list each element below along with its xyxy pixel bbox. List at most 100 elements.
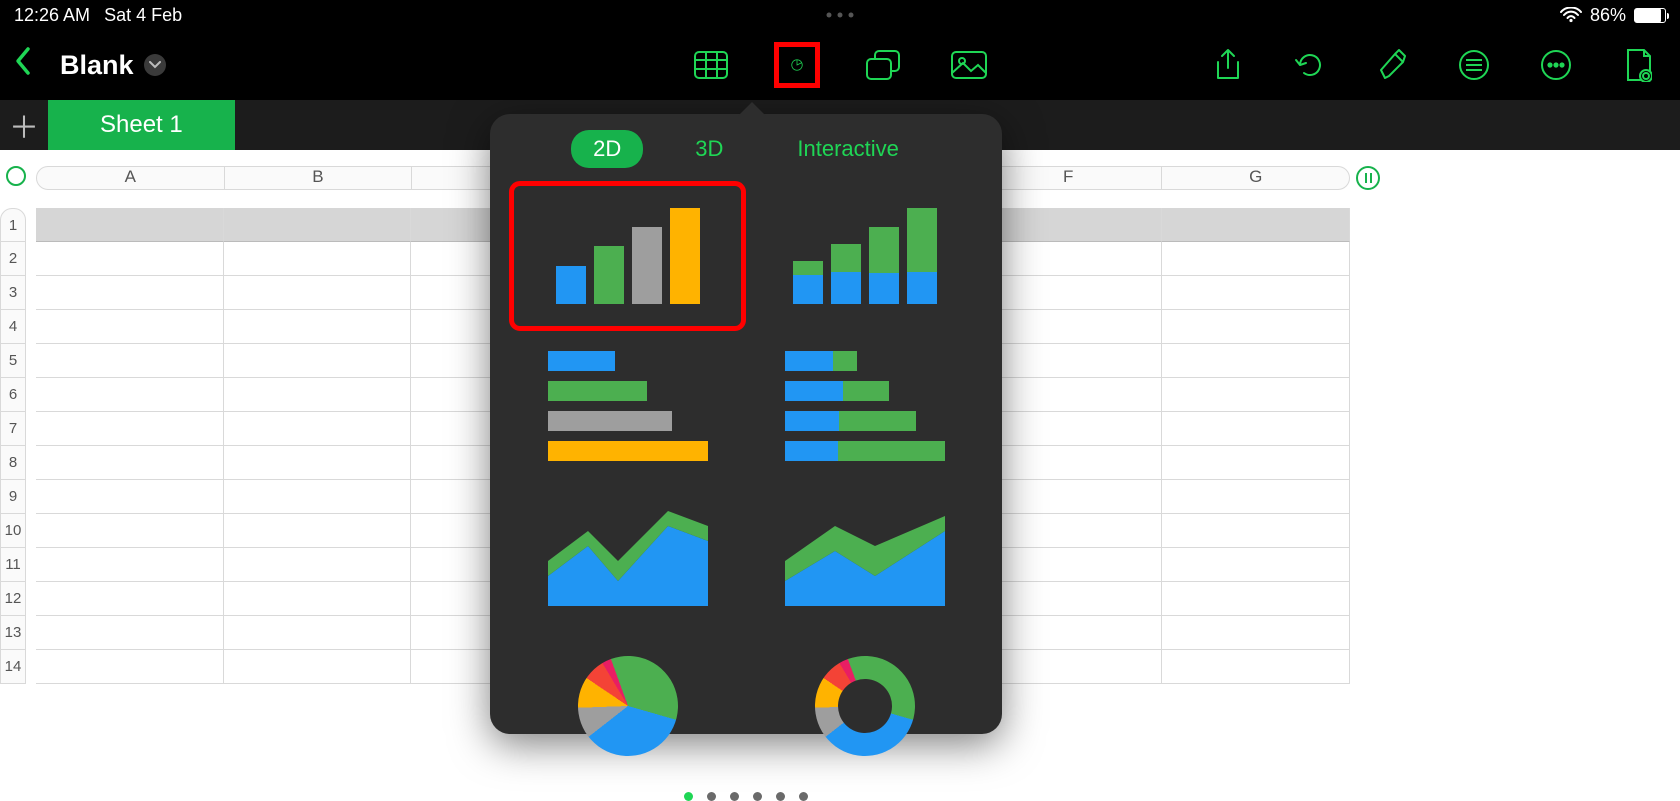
chevron-down-icon[interactable] (144, 54, 166, 76)
row-header[interactable]: 9 (0, 480, 26, 514)
organize-icon[interactable] (1456, 47, 1492, 83)
cell[interactable] (975, 242, 1163, 276)
undo-icon[interactable] (1292, 47, 1328, 83)
cell[interactable] (224, 378, 412, 412)
row-header[interactable]: 2 (0, 242, 26, 276)
cell[interactable] (224, 514, 412, 548)
cell[interactable] (975, 446, 1163, 480)
chart-option-2d-stacked-column[interactable] (751, 186, 978, 326)
row-header[interactable]: 13 (0, 616, 26, 650)
cell[interactable] (975, 582, 1163, 616)
document-title[interactable]: Blank (60, 50, 166, 81)
cell[interactable] (1162, 344, 1350, 378)
cell[interactable] (36, 310, 224, 344)
multitask-dots[interactable] (827, 13, 854, 18)
column-add-handle[interactable] (1356, 166, 1380, 190)
cell[interactable] (36, 378, 224, 412)
row-header[interactable]: 5 (0, 344, 26, 378)
cell[interactable] (1162, 650, 1350, 684)
row-header[interactable]: 10 (0, 514, 26, 548)
back-button[interactable] (10, 46, 36, 85)
cell[interactable] (224, 208, 412, 242)
cell[interactable] (224, 616, 412, 650)
cell[interactable] (36, 548, 224, 582)
more-icon[interactable] (1538, 47, 1574, 83)
cell[interactable] (36, 344, 224, 378)
tab-3d[interactable]: 3D (673, 130, 745, 168)
chart-option-2d-column[interactable] (514, 186, 741, 326)
cell[interactable] (224, 548, 412, 582)
row-header[interactable]: 11 (0, 548, 26, 582)
chart-option-2d-bar[interactable] (514, 336, 741, 476)
cell[interactable] (975, 208, 1163, 242)
chart-option-2d-donut[interactable] (751, 636, 978, 776)
row-header[interactable]: 14 (0, 650, 26, 684)
cell[interactable] (224, 344, 412, 378)
cell[interactable] (36, 480, 224, 514)
cell[interactable] (1162, 412, 1350, 446)
popover-page-dots[interactable] (490, 776, 1002, 801)
cell[interactable] (975, 514, 1163, 548)
insert-media-icon[interactable] (951, 47, 987, 83)
cell[interactable] (1162, 242, 1350, 276)
row-header[interactable]: 8 (0, 446, 26, 480)
tab-interactive[interactable]: Interactive (775, 130, 921, 168)
select-all-handle[interactable] (6, 166, 26, 186)
cell[interactable] (224, 276, 412, 310)
row-header[interactable]: 12 (0, 582, 26, 616)
cell[interactable] (1162, 582, 1350, 616)
col-header-a[interactable]: A (36, 166, 225, 190)
cell[interactable] (975, 650, 1163, 684)
document-settings-icon[interactable] (1620, 47, 1656, 83)
cell[interactable] (36, 582, 224, 616)
cell[interactable] (1162, 378, 1350, 412)
add-sheet-button[interactable]: ＋ (0, 100, 48, 150)
chart-option-2d-area[interactable] (514, 486, 741, 626)
cell[interactable] (1162, 446, 1350, 480)
cell[interactable] (975, 412, 1163, 446)
chart-option-2d-stacked-area[interactable] (751, 486, 978, 626)
cell[interactable] (1162, 514, 1350, 548)
cell[interactable] (224, 650, 412, 684)
cell[interactable] (36, 446, 224, 480)
chart-option-2d-pie[interactable] (514, 636, 741, 776)
cell[interactable] (1162, 480, 1350, 514)
cell[interactable] (224, 446, 412, 480)
insert-chart-icon[interactable] (779, 47, 815, 83)
cell[interactable] (975, 276, 1163, 310)
chart-option-2d-stacked-bar[interactable] (751, 336, 978, 476)
sheet-tab-1[interactable]: Sheet 1 (48, 100, 235, 150)
cell[interactable] (1162, 616, 1350, 650)
cell[interactable] (975, 344, 1163, 378)
format-brush-icon[interactable] (1374, 47, 1410, 83)
cell[interactable] (224, 582, 412, 616)
cell[interactable] (224, 242, 412, 276)
cell[interactable] (224, 310, 412, 344)
cell[interactable] (36, 412, 224, 446)
cell[interactable] (36, 616, 224, 650)
col-header-g[interactable]: G (1162, 166, 1350, 190)
row-header[interactable]: 6 (0, 378, 26, 412)
cell[interactable] (975, 616, 1163, 650)
row-header[interactable]: 1 (0, 208, 26, 242)
share-icon[interactable] (1210, 47, 1246, 83)
cell[interactable] (36, 276, 224, 310)
cell[interactable] (975, 480, 1163, 514)
cell[interactable] (224, 480, 412, 514)
cell[interactable] (36, 242, 224, 276)
insert-shape-icon[interactable] (865, 47, 901, 83)
cell[interactable] (975, 310, 1163, 344)
col-header-f[interactable]: F (975, 166, 1163, 190)
tab-2d[interactable]: 2D (571, 130, 643, 168)
row-header[interactable]: 7 (0, 412, 26, 446)
cell[interactable] (1162, 276, 1350, 310)
cell[interactable] (1162, 208, 1350, 242)
cell[interactable] (1162, 310, 1350, 344)
insert-table-icon[interactable] (693, 47, 729, 83)
row-header[interactable]: 4 (0, 310, 26, 344)
cell[interactable] (36, 208, 224, 242)
row-header[interactable]: 3 (0, 276, 26, 310)
cell[interactable] (36, 650, 224, 684)
cell[interactable] (36, 514, 224, 548)
cell[interactable] (224, 412, 412, 446)
